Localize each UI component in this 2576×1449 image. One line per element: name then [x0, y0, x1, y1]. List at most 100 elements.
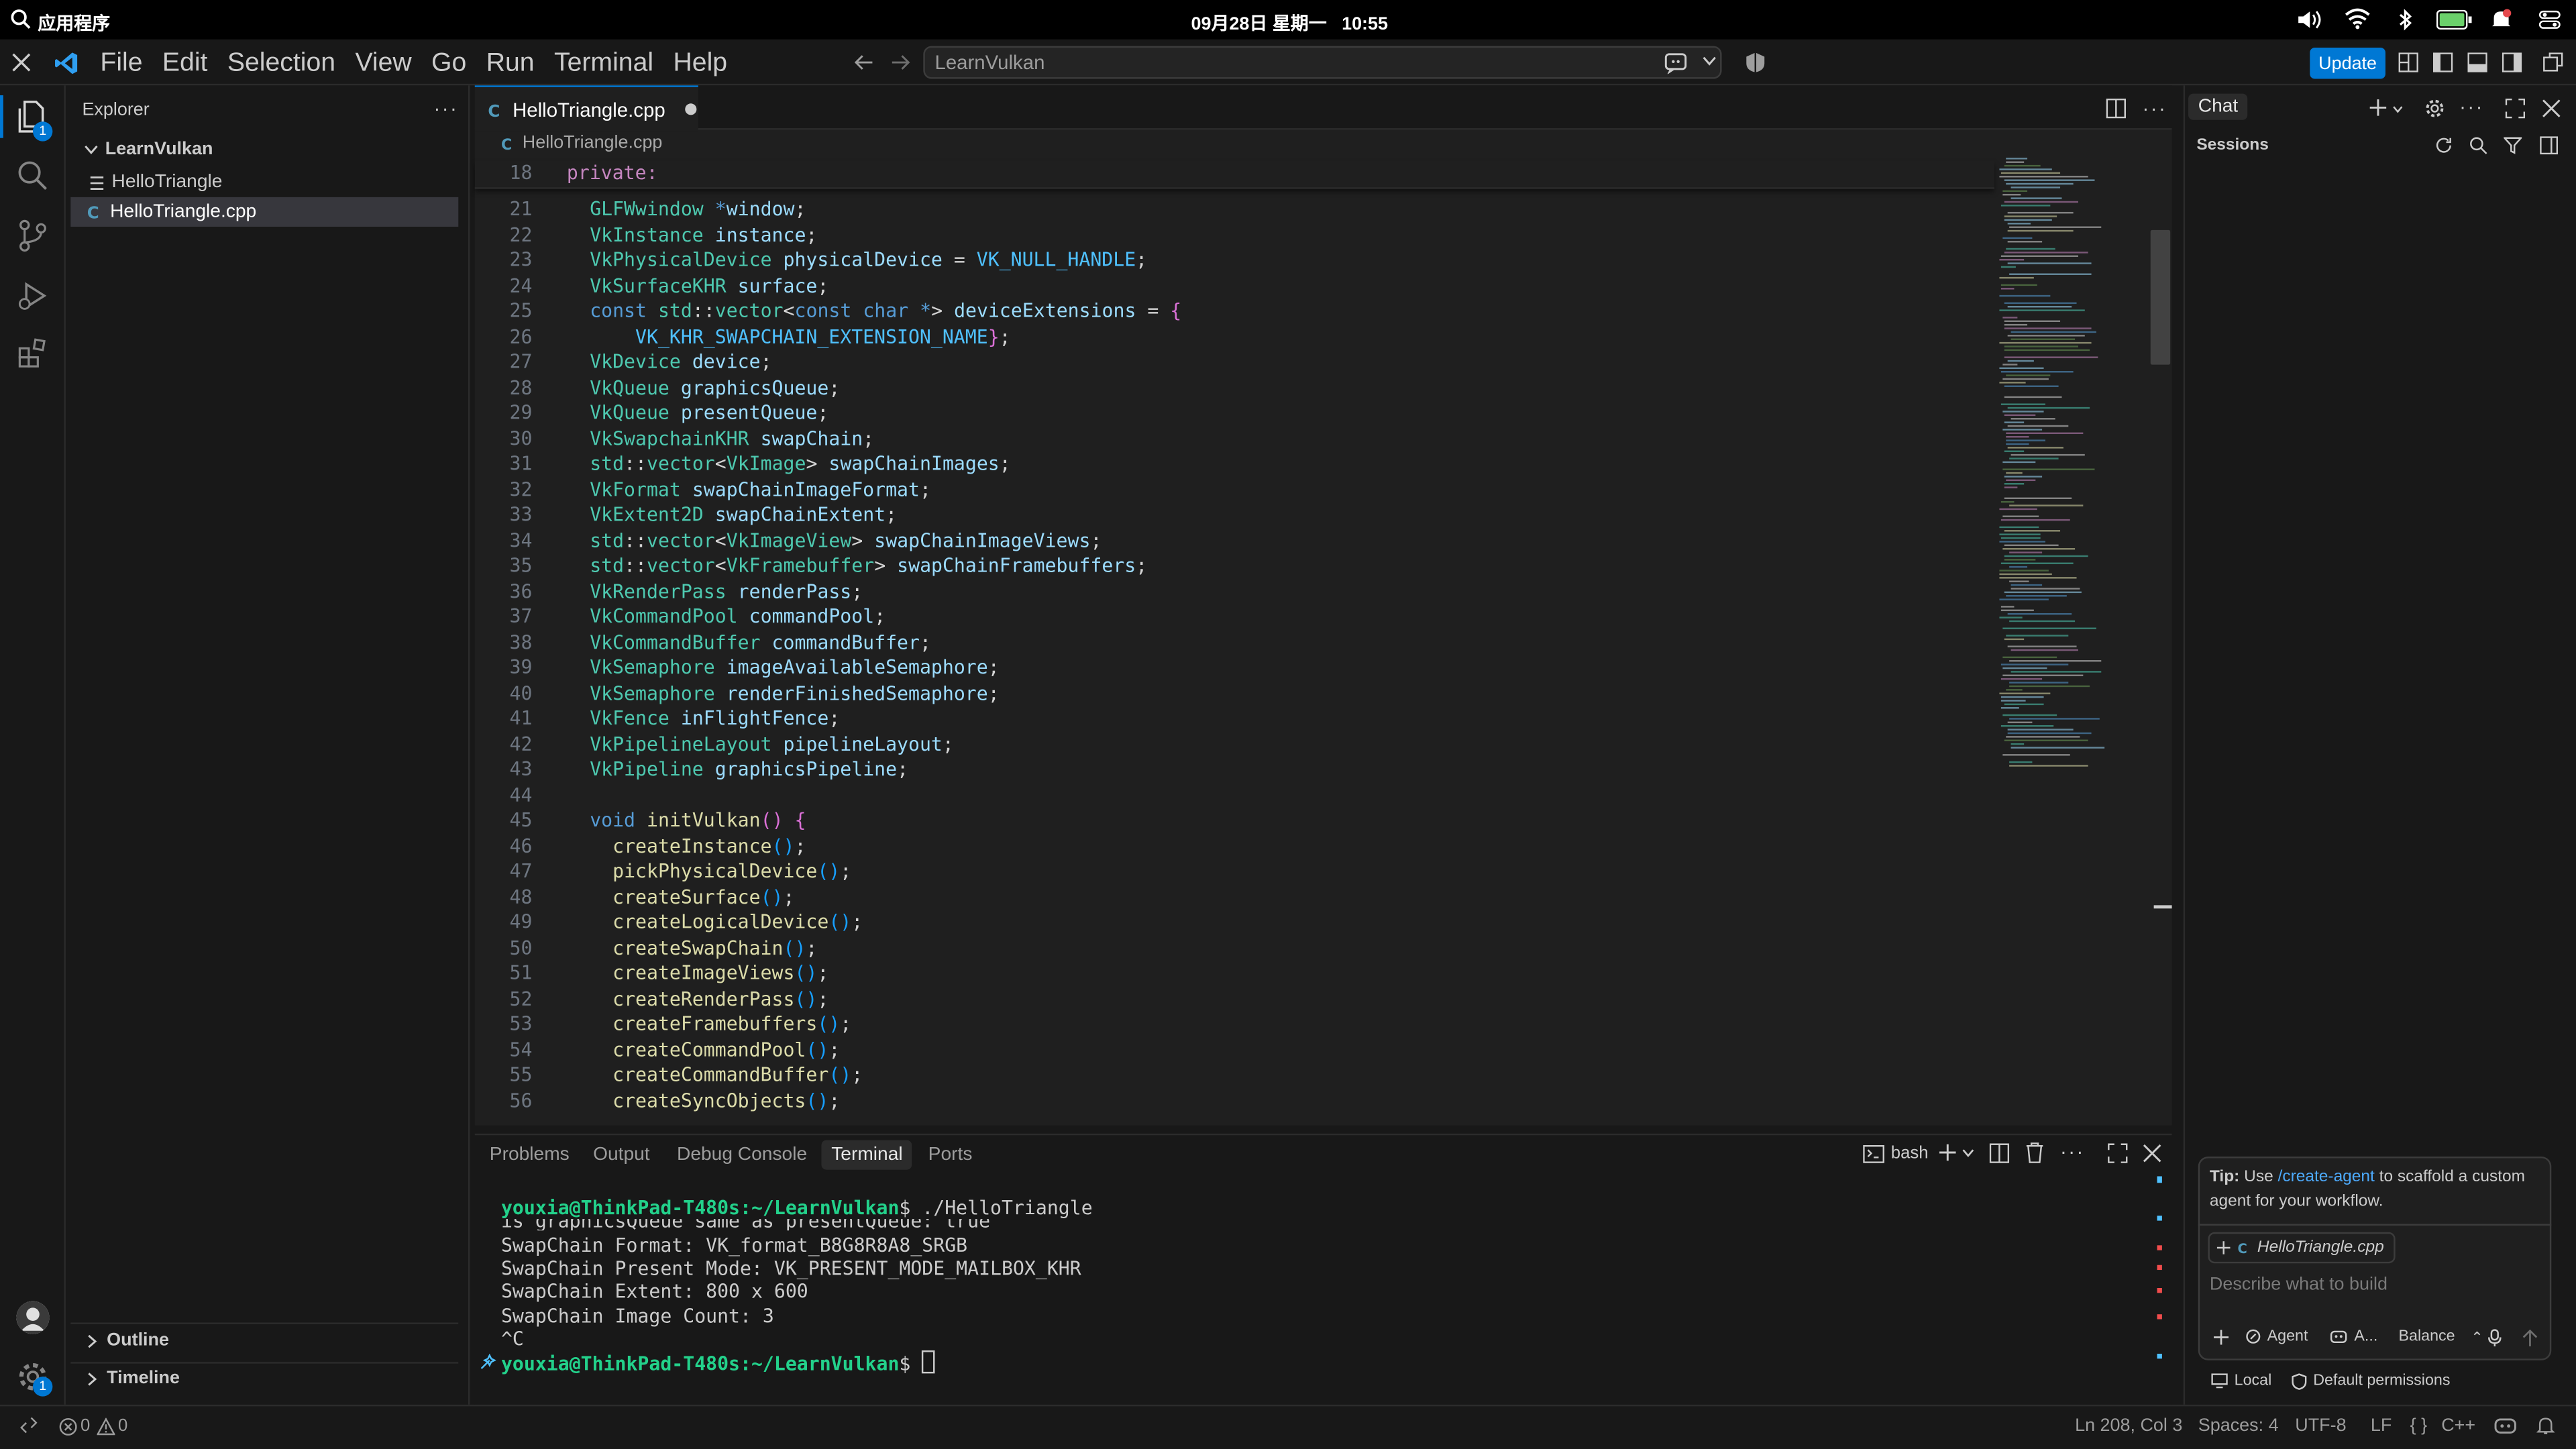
search-icon[interactable]	[10, 8, 32, 30]
code-line[interactable]: 46 createInstance();	[475, 834, 2003, 859]
volume-icon[interactable]	[2297, 8, 2323, 31]
language-braces-icon[interactable]: { }	[2410, 1416, 2427, 1436]
code-line[interactable]: 24 VkSurfaceKHR surface;	[475, 274, 2003, 299]
code-line[interactable]: 41 VkFence inFlightFence;	[475, 706, 2003, 732]
microphone-icon[interactable]	[2487, 1329, 2502, 1347]
back-arrow-icon[interactable]	[854, 52, 873, 72]
panel-more-actions-icon[interactable]: ···	[2060, 1140, 2085, 1163]
code-line[interactable]: 35 std::vector<VkFramebuffer> swapChainFr…	[475, 553, 2003, 579]
tab-debug-console[interactable]: Debug Console	[677, 1140, 807, 1170]
editor-scrollbar-thumb[interactable]	[2150, 229, 2171, 365]
maximize-panel-icon[interactable]	[2108, 1143, 2128, 1163]
cursor-position[interactable]: Ln 208, Col 3	[2075, 1416, 2182, 1436]
run-and-debug-icon[interactable]	[15, 278, 51, 314]
close-window-icon[interactable]	[11, 52, 31, 72]
close-panel-icon[interactable]	[2142, 1144, 2161, 1163]
updown-chevron-icon[interactable]: ⌃	[2471, 1329, 2483, 1347]
accounts-shield-icon[interactable]	[1745, 51, 1766, 74]
code-line[interactable]: 43 VkPipeline graphicsPipeline;	[475, 757, 2003, 783]
code-line[interactable]: 45 void initVulkan() {	[475, 808, 2003, 834]
code-line[interactable]: 40 VkSemaphore renderFinishedSemaphore;	[475, 681, 2003, 706]
code-line[interactable]: 36 VkRenderPass renderPass;	[475, 579, 2003, 604]
code-line[interactable]: 29 VkQueue presentQueue;	[475, 401, 2003, 427]
menu-terminal[interactable]: Terminal	[544, 49, 663, 78]
split-terminal-icon[interactable]	[1989, 1143, 2010, 1163]
update-button[interactable]: Update	[2310, 48, 2385, 79]
root-folder[interactable]: LearnVulkan	[70, 135, 458, 164]
maximize-chat-icon[interactable]	[2505, 98, 2526, 119]
more-actions-icon[interactable]: ···	[434, 97, 459, 119]
toggle-secondary-sidebar-icon[interactable]	[2502, 52, 2522, 72]
code-line[interactable]: 42 VkPipelineLayout pipelineLayout;	[475, 732, 2003, 757]
remote-indicator-icon[interactable]	[19, 1416, 38, 1434]
code-line[interactable]: 53 createFramebuffers();	[475, 1012, 2003, 1038]
editor-tab-hellotriangle-cpp[interactable]: C HelloTriangle.cpp	[474, 85, 698, 131]
chevron-down-icon[interactable]	[1702, 56, 1717, 67]
indentation[interactable]: Spaces: 4	[2198, 1416, 2279, 1436]
new-terminal-plus-icon[interactable]	[1939, 1144, 1957, 1162]
file-item-hellotriangle-cpp[interactable]: C HelloTriangle.cpp	[70, 197, 459, 227]
tab-problems[interactable]: Problems	[490, 1140, 570, 1170]
agent-mode-picker[interactable]: Agent	[2246, 1328, 2308, 1346]
code-line[interactable]: 27 VkDevice device;	[475, 350, 2003, 376]
send-arrow-icon[interactable]	[2522, 1329, 2538, 1347]
new-chat-plus-icon[interactable]	[2369, 99, 2387, 117]
control-center-icon[interactable]	[2538, 8, 2561, 31]
mode-picker[interactable]: Balance	[2399, 1328, 2455, 1346]
filter-icon[interactable]	[2504, 136, 2522, 154]
gear-icon[interactable]	[2425, 99, 2445, 118]
chat-more-actions-icon[interactable]: ···	[2459, 95, 2484, 118]
editor-more-actions-icon[interactable]: ···	[2142, 97, 2167, 119]
code-line[interactable]: 22 VkInstance instance;	[475, 223, 2003, 248]
forward-arrow-icon[interactable]	[890, 52, 910, 72]
tab-output[interactable]: Output	[593, 1140, 650, 1170]
refresh-icon[interactable]	[2434, 136, 2453, 154]
code-line[interactable]: 37 VkCommandPool commandPool;	[475, 604, 2003, 630]
code-line[interactable]: 44	[475, 783, 2003, 808]
toggle-sessions-sidebar-icon[interactable]	[2540, 136, 2559, 155]
menu-file[interactable]: File	[91, 49, 153, 78]
notification-bell-icon[interactable]	[2491, 8, 2512, 31]
bluetooth-icon[interactable]	[2397, 8, 2413, 31]
notifications-bell-icon[interactable]	[2536, 1416, 2555, 1436]
code-line[interactable]: 50 createSwapChain();	[475, 936, 2003, 961]
minimap[interactable]	[1994, 158, 2145, 782]
code-line[interactable]: 47 pickPhysicalDevice();	[475, 859, 2003, 885]
chat-input[interactable]: Describe what to build	[2210, 1275, 2530, 1301]
tip-link[interactable]: /create-agent	[2278, 1168, 2375, 1186]
code-line[interactable]: 54 createCommandPool();	[475, 1038, 2003, 1063]
outline-section[interactable]: Outline	[70, 1326, 458, 1355]
chat-tab[interactable]: Chat	[2188, 93, 2248, 120]
app-menu-label[interactable]: 应用程序	[38, 10, 110, 36]
code-line[interactable]: 51 createImageViews();	[475, 961, 2003, 987]
menu-help[interactable]: Help	[663, 49, 737, 78]
accounts-avatar[interactable]	[16, 1301, 50, 1334]
code-line[interactable]: 26 VK_KHR_SWAPCHAIN_EXTENSION_NAME};	[475, 325, 2003, 350]
split-editor-icon[interactable]	[2106, 98, 2127, 119]
toggle-primary-sidebar-icon[interactable]	[2432, 52, 2453, 72]
search-icon[interactable]	[2469, 136, 2487, 154]
trash-icon[interactable]	[2026, 1142, 2044, 1163]
encoding[interactable]: UTF-8	[2295, 1416, 2346, 1436]
battery-icon[interactable]	[2436, 9, 2473, 30]
tab-ports[interactable]: Ports	[928, 1140, 973, 1170]
language-mode[interactable]: C++	[2441, 1416, 2475, 1436]
restore-window-icon[interactable]	[2543, 52, 2563, 72]
close-chat-icon[interactable]	[2542, 99, 2561, 118]
code-line[interactable]: 28 VkQueue graphicsQueue;	[475, 376, 2003, 401]
search-icon[interactable]	[15, 158, 51, 194]
code-line[interactable]: 32 VkFormat swapChainImageFormat;	[475, 477, 2003, 502]
datetime[interactable]: 09月28日 星期一 10:55	[1191, 10, 1388, 36]
code-line[interactable]: 25 const std::vector<const char *> device…	[475, 299, 2003, 325]
code-line[interactable]: 34 std::vector<VkImageView> swapChainImag…	[475, 528, 2003, 553]
code-line[interactable]: 39 VkSemaphore imageAvailableSemaphore;	[475, 655, 2003, 681]
source-control-icon[interactable]	[15, 217, 51, 253]
code-line[interactable]: 38 VkCommandBuffer commandBuffer;	[475, 630, 2003, 655]
code-line[interactable]: 52 createRenderPass();	[475, 987, 2003, 1012]
toggle-panel-icon[interactable]	[2467, 52, 2487, 72]
file-item-hellotriangle[interactable]: HelloTriangle	[70, 168, 458, 197]
menu-edit[interactable]: Edit	[152, 49, 217, 78]
menu-go[interactable]: Go	[421, 49, 476, 78]
sticky-scroll[interactable]: 18 private:	[474, 161, 1995, 189]
copilot-chat-icon[interactable]	[1664, 51, 1690, 74]
